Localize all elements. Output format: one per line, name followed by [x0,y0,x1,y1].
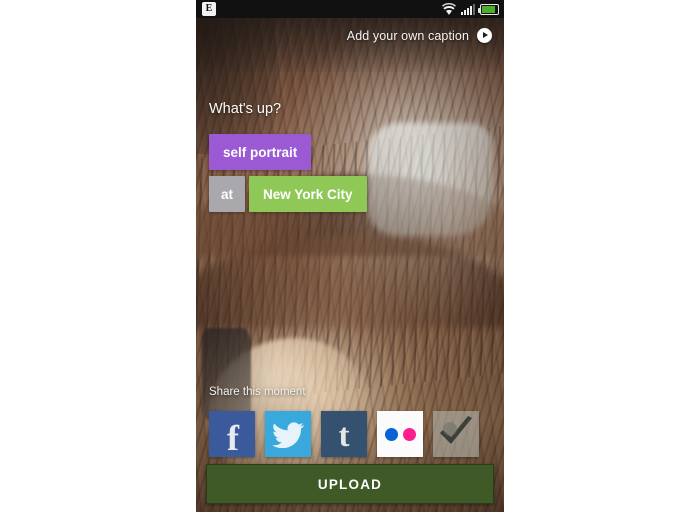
tag-preposition[interactable]: at [209,176,246,212]
battery-icon [478,3,499,15]
signal-icon [461,3,475,15]
tag-place[interactable]: New York City [249,176,367,212]
tag-activity[interactable]: self portrait [209,134,312,170]
upload-button[interactable]: UPLOAD [206,464,494,504]
network-type-badge: E [202,2,216,16]
flickr-dots-glyph [377,411,423,457]
tumblr-icon[interactable]: t [321,411,367,457]
tag-row-location: at New York City [209,176,367,212]
ui-overlay: Add your own caption What's up? self por… [196,0,504,512]
tag-group: self portrait at New York City [209,134,367,218]
checkmark-glyph [440,416,472,444]
upload-button-label: UPLOAD [317,476,383,492]
add-caption-label: Add your own caption [346,28,469,43]
status-bar: E [196,0,504,18]
wifi-icon [442,2,456,16]
add-caption-button[interactable]: Add your own caption [347,28,492,43]
play-icon[interactable] [477,28,492,43]
tumblr-glyph: t [338,418,350,454]
page-root: E Add your own caption What's up? self p… [0,0,700,512]
status-icons-group [442,2,499,16]
flickr-icon[interactable] [377,411,423,457]
twitter-icon[interactable] [265,411,311,457]
tag-row-activity: self portrait [209,134,367,170]
page-title: What's up? [209,101,282,117]
phone-screen: E Add your own caption What's up? self p… [196,0,504,512]
twitter-bird-glyph [272,422,304,448]
check-in-icon[interactable] [433,411,479,457]
facebook-icon[interactable]: f [209,411,255,457]
facebook-glyph: f [227,418,239,457]
share-icons-group: f t [209,411,479,457]
share-section-label: Share this moment [209,386,306,398]
